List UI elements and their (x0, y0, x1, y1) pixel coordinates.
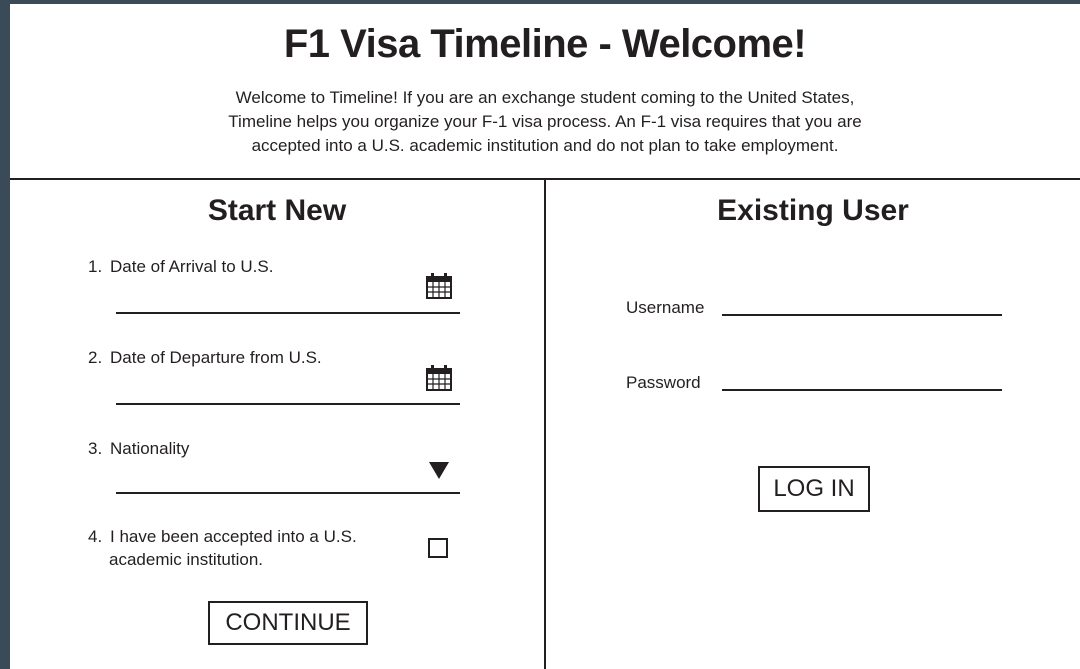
dropdown-arrow-icon[interactable] (429, 462, 449, 480)
intro-text: Welcome to Timeline! If you are an excha… (160, 86, 930, 158)
arrival-date-label: 1. Date of Arrival to U.S. (88, 255, 273, 278)
field-number: 2. (88, 348, 103, 367)
page-title: F1 Visa Timeline - Welcome! (283, 22, 807, 66)
accepted-checkbox[interactable] (428, 538, 448, 558)
field-number: 1. (88, 257, 103, 276)
departure-date-label: 2. Date of Departure from U.S. (88, 346, 322, 369)
field-label-continued: academic institution. (109, 550, 264, 569)
field-number: 3. (88, 439, 103, 458)
intro-line: Timeline helps you organize your F-1 vis… (228, 112, 862, 131)
field-label: I have been accepted into a U.S. (110, 527, 357, 546)
nationality-select[interactable] (116, 468, 460, 494)
departure-date-input[interactable] (116, 379, 460, 405)
password-label: Password (626, 373, 701, 392)
field-label: Nationality (110, 439, 190, 458)
welcome-page: F1 Visa Timeline - Welcome! Welcome to T… (10, 4, 1080, 669)
column-divider (544, 180, 546, 669)
field-number: 4. (88, 527, 103, 546)
existing-user-title: Existing User (717, 194, 909, 227)
intro-line: Welcome to Timeline! If you are an excha… (235, 88, 855, 107)
field-label: Date of Departure from U.S. (110, 348, 322, 367)
nationality-label: 3. Nationality (88, 437, 189, 460)
username-label: Username (626, 298, 705, 317)
calendar-icon[interactable] (426, 272, 452, 299)
password-input[interactable] (722, 365, 1002, 391)
username-input[interactable] (722, 290, 1002, 316)
start-new-title: Start New (207, 194, 347, 227)
continue-button[interactable]: CONTINUE (208, 601, 368, 645)
arrival-date-input[interactable] (116, 288, 460, 314)
accepted-checkbox-label: 4. I have been accepted into a U.S. acade… (88, 525, 357, 571)
page-header: F1 Visa Timeline - Welcome! Welcome to T… (10, 4, 1080, 178)
login-button[interactable]: LOG IN (758, 466, 870, 512)
intro-line: accepted into a U.S. academic institutio… (251, 136, 839, 155)
calendar-icon[interactable] (426, 364, 452, 391)
field-label: Date of Arrival to U.S. (110, 257, 274, 276)
